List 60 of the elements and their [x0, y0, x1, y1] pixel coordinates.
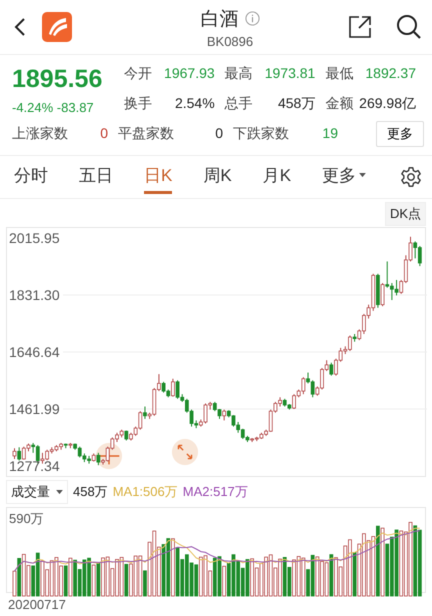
- stat-value: 269.98亿: [359, 95, 416, 114]
- stat-label: 最低: [325, 65, 354, 84]
- info-icon[interactable]: [244, 11, 260, 26]
- indicator-dropdown[interactable]: 成交量: [6, 480, 68, 504]
- last-price: 1895.56: [12, 65, 104, 94]
- count-value: 0: [215, 125, 223, 144]
- price-axis-label: 1646.64: [9, 343, 60, 362]
- price-axis-label: 2015.95: [9, 229, 60, 248]
- candlestick: [329, 362, 334, 376]
- stat-value: 458万: [278, 95, 316, 114]
- period-tab[interactable]: 周K: [203, 160, 232, 194]
- stat-label: 金额: [325, 95, 354, 114]
- period-tab[interactable]: 分时: [14, 160, 48, 194]
- period-tab[interactable]: 五日: [79, 160, 113, 194]
- period-tab[interactable]: 日K: [144, 160, 172, 194]
- caret-icon: [56, 490, 63, 495]
- period-tab[interactable]: 月K: [262, 160, 292, 194]
- stat-value: 2.54%: [174, 95, 215, 114]
- stat-label: 最高: [224, 65, 253, 84]
- candlestick: [17, 446, 22, 462]
- candlestick: [418, 246, 422, 267]
- stat-label: 总手: [224, 95, 253, 114]
- count-label: 下跌家数: [233, 125, 289, 144]
- dk-points-button[interactable]: DK点: [384, 202, 426, 226]
- candlestick: [380, 282, 384, 307]
- settings-icon[interactable]: [400, 166, 422, 188]
- stat-value: 1967.93: [164, 65, 215, 84]
- candlestick: [96, 452, 100, 466]
- candlestick: [124, 430, 128, 442]
- price-axis-label: 1461.99: [9, 400, 60, 418]
- search-icon[interactable]: [396, 14, 422, 40]
- page-title: 白酒: [200, 8, 238, 32]
- caret-icon: [359, 173, 366, 178]
- back-icon[interactable]: [14, 17, 26, 38]
- candlestick: [12, 448, 16, 460]
- stat-label: 换手: [124, 95, 152, 114]
- app-logo-icon: [42, 12, 72, 42]
- stat-label: 今开: [124, 65, 152, 84]
- period-tab[interactable]: 更多: [322, 160, 366, 194]
- ma2-value: MA2:517万: [182, 483, 248, 502]
- expand-icon[interactable]: [171, 438, 199, 466]
- volume-axis-label: 590万: [9, 510, 44, 528]
- price-change: -4.24% -83.87: [12, 100, 95, 116]
- share-icon[interactable]: [348, 15, 372, 40]
- stat-value: 1973.81: [264, 65, 316, 84]
- ma1-value: MA1:506万: [112, 483, 178, 502]
- count-label: 平盘家数: [118, 125, 174, 144]
- more-button[interactable]: 更多: [376, 121, 424, 148]
- stat-value: 1892.37: [365, 65, 416, 84]
- sector-code: BK0896: [206, 34, 254, 49]
- count-label: 上涨家数: [12, 125, 68, 144]
- candlestick: [143, 406, 147, 420]
- start-date: 20200717: [7, 596, 67, 614]
- price-axis-label: 1277.34: [9, 457, 60, 476]
- count-value: 0: [100, 125, 108, 144]
- price-axis-label: 1831.30: [9, 286, 60, 304]
- candlestick: [301, 376, 306, 395]
- count-value: 19: [322, 125, 338, 144]
- volume-value: 458万: [73, 483, 108, 502]
- candlestick: [171, 378, 175, 398]
